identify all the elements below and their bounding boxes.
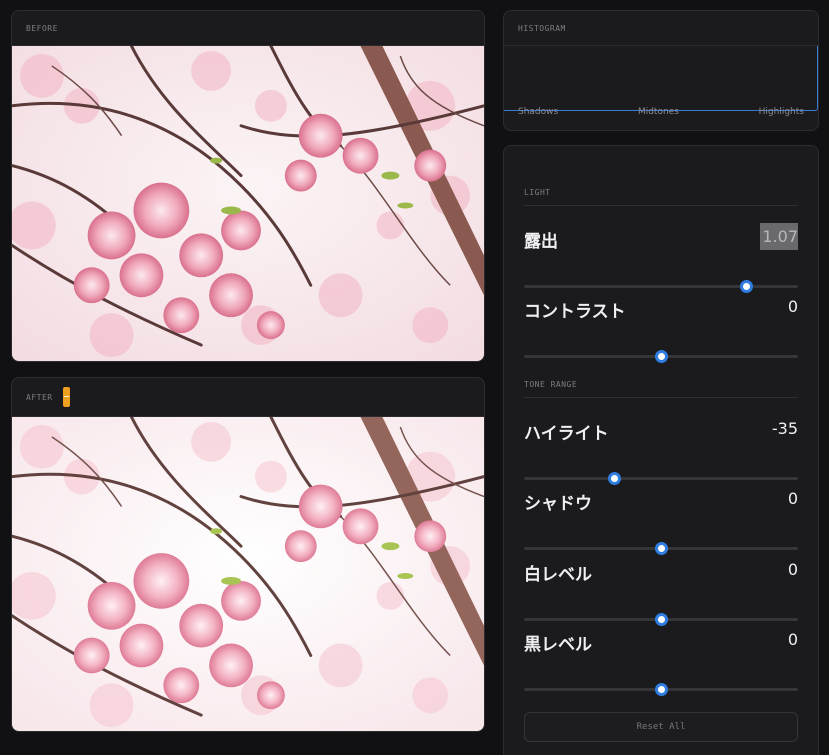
- highlights-control: ハイライト -35: [524, 419, 798, 489]
- blacks-slider-thumb[interactable]: [655, 683, 668, 696]
- after-photo: [12, 417, 484, 731]
- shadows-slider-thumb[interactable]: [655, 542, 668, 555]
- exposure-slider-thumb[interactable]: [739, 280, 753, 293]
- contrast-slider-track[interactable]: [524, 350, 798, 363]
- highlights-slider-track[interactable]: [524, 472, 798, 485]
- before-header: BEFORE: [12, 11, 484, 46]
- after-label: AFTER: [26, 392, 53, 402]
- histogram-shadows-label: Shadows: [518, 107, 559, 117]
- highlights-slider-thumb[interactable]: [608, 472, 622, 485]
- histogram-graph: [504, 46, 818, 111]
- shadows-control: シャドウ 0: [524, 489, 798, 559]
- blacks-value[interactable]: 0: [788, 630, 798, 649]
- adjustments-panel: LIGHT 露出 1.07 コントラスト 0 TONE RANGE ハイライト …: [503, 145, 819, 755]
- exposure-value-input[interactable]: 1.07: [760, 223, 798, 250]
- section-title-tone-range: TONE RANGE: [524, 380, 798, 398]
- before-label: BEFORE: [26, 23, 58, 33]
- shadows-slider-track[interactable]: [524, 542, 798, 555]
- blacks-slider-track[interactable]: [524, 683, 798, 696]
- section-title-light: LIGHT: [524, 188, 798, 206]
- contrast-label: コントラスト: [524, 302, 626, 322]
- whites-slider-thumb[interactable]: [655, 613, 668, 626]
- histogram-header: HISTOGRAM: [504, 11, 818, 46]
- reset-all-button[interactable]: Reset All: [524, 712, 798, 742]
- whites-label: 白レベル: [524, 565, 592, 585]
- highlights-value[interactable]: -35: [772, 419, 798, 438]
- contrast-slider-thumb[interactable]: [655, 350, 668, 363]
- cherry-blossom-image: [12, 46, 484, 361]
- shadows-label: シャドウ: [524, 494, 592, 514]
- whites-control: 白レベル 0: [524, 560, 798, 630]
- cherry-blossom-image-edited: [12, 417, 484, 731]
- after-panel: AFTER: [11, 377, 485, 732]
- histogram-midtones-label: Midtones: [637, 107, 679, 117]
- before-photo: [12, 46, 484, 361]
- shadows-value[interactable]: 0: [788, 489, 798, 508]
- before-panel: BEFORE: [11, 10, 485, 362]
- after-header: AFTER: [12, 378, 484, 417]
- exposure-slider-track[interactable]: [524, 280, 798, 293]
- exposure-control: 露出 1.07: [524, 223, 798, 297]
- highlights-label: ハイライト: [524, 424, 609, 444]
- histogram-label: HISTOGRAM: [518, 23, 566, 33]
- histogram-axis-labels: Shadows Midtones Highlights: [518, 107, 804, 117]
- whites-slider-track[interactable]: [524, 613, 798, 626]
- blacks-label: 黒レベル: [524, 635, 592, 655]
- contrast-control: コントラスト 0: [524, 297, 798, 367]
- modified-badge: [62, 387, 70, 407]
- exposure-label: 露出: [524, 232, 558, 252]
- histogram-highlights-label: Highlights: [758, 107, 804, 117]
- blacks-control: 黒レベル 0: [524, 630, 798, 700]
- histogram-panel: HISTOGRAM Shadows Midtones Highlights: [503, 10, 819, 131]
- contrast-value[interactable]: 0: [788, 297, 798, 316]
- whites-value[interactable]: 0: [788, 560, 798, 579]
